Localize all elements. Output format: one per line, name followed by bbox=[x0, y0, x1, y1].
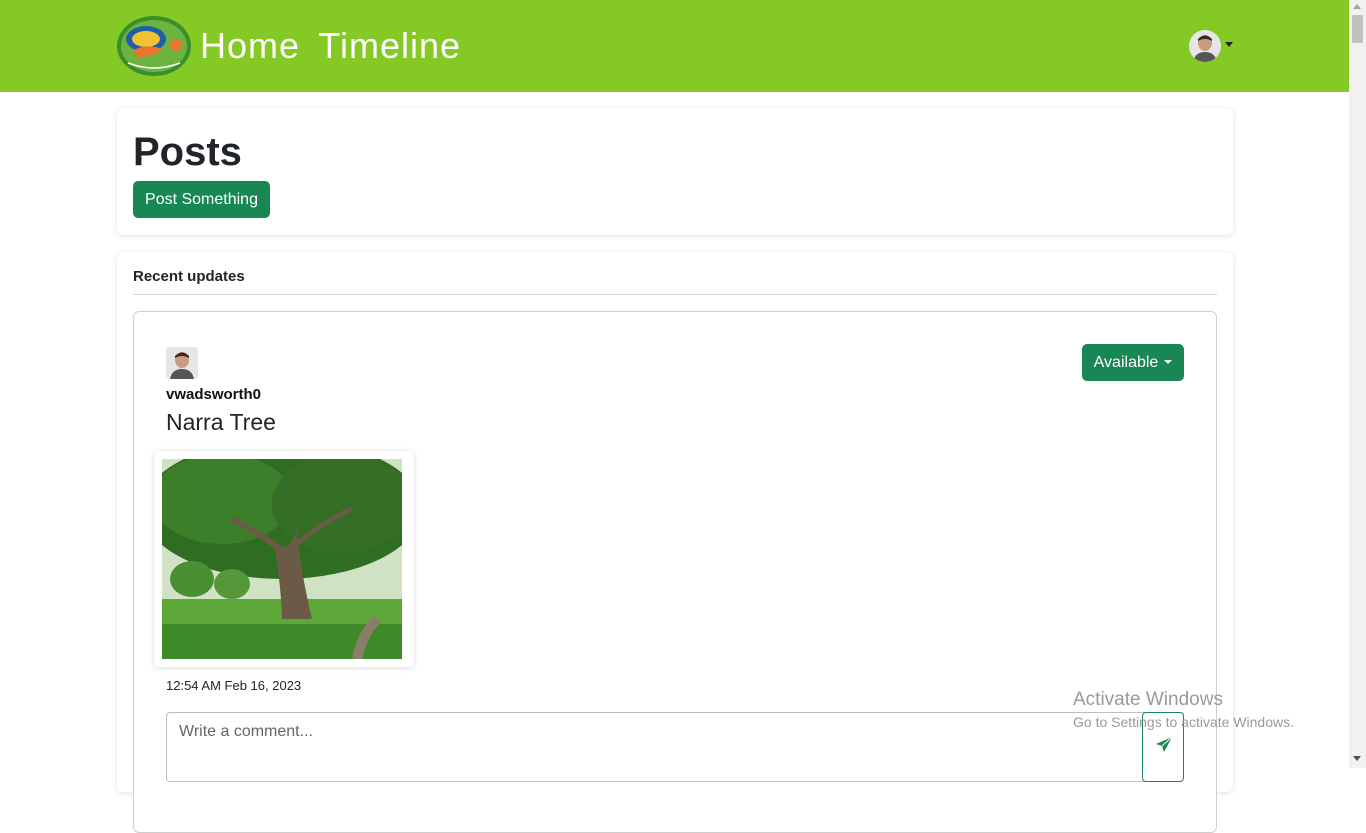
user-avatar[interactable] bbox=[1189, 30, 1221, 62]
post-author-avatar[interactable] bbox=[166, 347, 198, 379]
chevron-down-icon bbox=[1164, 359, 1173, 364]
scroll-up-arrow-icon[interactable] bbox=[1353, 4, 1361, 9]
send-comment-button[interactable] bbox=[1142, 712, 1184, 782]
post-title: Narra Tree bbox=[166, 409, 276, 435]
posts-card: Posts Post Something bbox=[117, 108, 1233, 235]
availability-label: Available bbox=[1093, 353, 1159, 371]
availability-dropdown-button[interactable]: Available bbox=[1082, 344, 1184, 381]
top-navbar: Home Timeline bbox=[0, 0, 1349, 92]
tree-photo[interactable] bbox=[162, 459, 402, 659]
page-title: Home Timeline bbox=[200, 25, 462, 66]
adopt-a-tree-logo[interactable] bbox=[116, 15, 192, 77]
post-author-username[interactable]: vwadsworth0 bbox=[166, 386, 261, 403]
paper-plane-icon bbox=[1156, 736, 1173, 752]
post-timestamp: 12:54 AM Feb 16, 2023 bbox=[166, 678, 302, 693]
post-image-frame bbox=[154, 451, 414, 667]
divider bbox=[133, 294, 1217, 295]
post-card: vwadsworth0 Narra Tree Available 12:54 A… bbox=[133, 311, 1217, 833]
recent-updates-card: Recent updates vwadsworth0 Narra Tree Av… bbox=[117, 252, 1233, 833]
recent-updates-heading: Recent updates bbox=[133, 268, 245, 285]
posts-heading: Posts bbox=[133, 130, 242, 174]
vertical-scrollbar[interactable] bbox=[1349, 0, 1366, 768]
user-menu-caret-icon[interactable] bbox=[1225, 42, 1233, 47]
scroll-down-arrow-icon[interactable] bbox=[1353, 756, 1361, 761]
user-photo-icon bbox=[1189, 30, 1221, 62]
post-something-button[interactable]: Post Something bbox=[133, 181, 270, 218]
user-photo-icon bbox=[166, 347, 198, 379]
scroll-thumb[interactable] bbox=[1352, 15, 1363, 43]
comment-input[interactable] bbox=[166, 712, 1182, 782]
